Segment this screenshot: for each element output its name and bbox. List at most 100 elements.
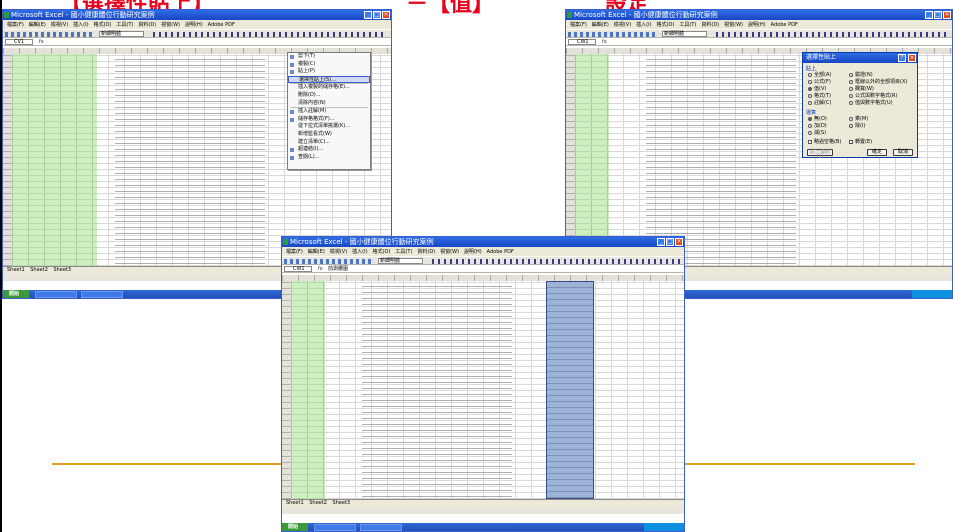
maximize-icon[interactable]: □ — [666, 238, 674, 246]
dialog-title-bar[interactable]: 選擇性貼上 ? × — [803, 53, 917, 63]
menu-tools[interactable]: 工具(T) — [679, 21, 696, 28]
title-bar[interactable]: Microsoft Excel - 國小健康體位行動研究案例 _ □ × — [3, 10, 391, 20]
menu-format[interactable]: 格式(O) — [657, 21, 675, 28]
skip-blanks-checkbox[interactable]: 略過空格(B) — [808, 139, 841, 145]
operation-divide[interactable]: 除(I) — [849, 123, 865, 129]
menu-file[interactable]: 檔案(F) — [570, 21, 587, 28]
operation-multiply[interactable]: 乘(M) — [849, 116, 868, 122]
paste-option-all[interactable]: 全部(A) — [808, 72, 831, 78]
menu-view[interactable]: 檢視(V) — [51, 21, 68, 28]
radio[interactable] — [849, 87, 853, 91]
tab-sheet3[interactable]: Sheet3 — [332, 500, 350, 507]
row-headers[interactable] — [282, 281, 291, 499]
paste-option-comments[interactable]: 註解(C) — [808, 100, 831, 106]
menu-edit[interactable]: 編輯(E) — [29, 21, 46, 28]
operation-add[interactable]: 加(D) — [808, 123, 827, 129]
format-toolbar-icons[interactable] — [153, 32, 387, 37]
taskbar-item[interactable] — [314, 524, 356, 531]
paste-option-values[interactable]: 值(V) — [808, 86, 826, 92]
minimize-icon[interactable]: _ — [925, 11, 933, 19]
menu-adobe-pdf[interactable]: Adobe PDF — [208, 22, 235, 28]
radio-selected[interactable] — [808, 117, 812, 121]
menu-item-cut[interactable]: 剪下(T) — [288, 53, 370, 61]
radio[interactable] — [808, 131, 812, 135]
paste-option-all-except-borders[interactable]: 框線以外的全部項目(X) — [849, 79, 907, 85]
menu-data[interactable]: 資料(D) — [417, 248, 435, 255]
tab-sheet3[interactable]: Sheet3 — [53, 267, 71, 274]
radio[interactable] — [808, 73, 812, 77]
toolbar-icons[interactable] — [5, 32, 95, 37]
menu-item-hyperlink[interactable]: 超連結(I)... — [288, 146, 370, 154]
paste-option-values-number-formats[interactable]: 值與數字格式(U) — [849, 100, 893, 106]
minimize-icon[interactable]: _ — [364, 11, 372, 19]
menu-view[interactable]: 檢視(V) — [330, 248, 347, 255]
ok-button[interactable]: 確定 — [867, 149, 887, 156]
menu-item-create-list[interactable]: 建立清單(C)... — [288, 139, 370, 147]
green-selected-range[interactable] — [575, 54, 609, 266]
radio[interactable] — [849, 80, 853, 84]
menu-item-insert-copied[interactable]: 插入複製的儲存格(E)... — [288, 84, 370, 92]
title-bar[interactable]: Microsoft Excel - 國小健康體位行動研究案例 _ □ × — [566, 10, 952, 20]
maximize-icon[interactable]: □ — [373, 11, 381, 19]
transpose-checkbox[interactable]: 轉置(E) — [849, 139, 872, 145]
font-select[interactable]: 新細明體 — [99, 31, 144, 37]
menu-data[interactable]: 資料(D) — [138, 21, 156, 28]
menu-item-delete[interactable]: 刪除(D)... — [288, 92, 370, 100]
font-select[interactable]: 新細明體 — [662, 31, 707, 37]
menu-item-pick-list[interactable]: 從下拉式清單挑選(K)... — [288, 123, 370, 131]
radio[interactable] — [849, 124, 853, 128]
radio[interactable] — [849, 101, 853, 105]
menu-edit[interactable]: 編輯(E) — [308, 248, 325, 255]
menu-item-paste[interactable]: 貼上(P) — [288, 68, 370, 76]
name-box[interactable]: CW1 — [568, 39, 596, 45]
format-toolbar-icons[interactable] — [716, 32, 948, 37]
tab-sheet2[interactable]: Sheet2 — [30, 267, 48, 274]
name-box[interactable]: CV1 — [5, 39, 33, 45]
close-icon[interactable]: × — [675, 238, 683, 246]
menu-tools[interactable]: 工具(T) — [395, 248, 412, 255]
close-icon[interactable]: × — [943, 11, 951, 19]
menu-item-add-watch[interactable]: 新增監看式(W) — [288, 131, 370, 139]
minimize-icon[interactable]: _ — [657, 238, 665, 246]
pasted-values-column[interactable] — [546, 281, 594, 499]
menu-item-paste-special[interactable]: 選擇性貼上(S)... — [288, 75, 370, 84]
checkbox[interactable] — [808, 140, 812, 144]
green-selected-range[interactable] — [12, 54, 97, 266]
menu-insert[interactable]: 插入(I) — [73, 21, 88, 28]
menu-adobe-pdf[interactable]: Adobe PDF — [487, 249, 514, 255]
taskbar-item[interactable] — [35, 291, 77, 298]
green-selected-range[interactable] — [291, 281, 325, 499]
row-headers[interactable] — [3, 54, 12, 266]
toolbar-icons[interactable] — [568, 32, 658, 37]
menu-item-lookup[interactable]: 查閱(L)... — [288, 154, 370, 162]
row-headers[interactable] — [566, 54, 575, 266]
menu-window[interactable]: 視窗(W) — [440, 248, 459, 255]
paste-option-formulas[interactable]: 公式(F) — [808, 79, 831, 85]
radio[interactable] — [808, 94, 812, 98]
menu-tools[interactable]: 工具(T) — [116, 21, 133, 28]
menu-help[interactable]: 說明(H) — [185, 21, 203, 28]
radio[interactable] — [808, 80, 812, 84]
taskbar-item-excel[interactable] — [81, 291, 123, 298]
operation-subtract[interactable]: 減(S) — [808, 130, 826, 136]
menu-file[interactable]: 檔案(F) — [286, 248, 303, 255]
formula-input[interactable]: 前測腰圍 — [328, 265, 348, 273]
maximize-icon[interactable]: □ — [934, 11, 942, 19]
paste-option-column-widths[interactable]: 欄寬(W) — [849, 86, 874, 92]
menu-help[interactable]: 說明(H) — [464, 248, 482, 255]
tab-sheet1[interactable]: Sheet1 — [7, 267, 25, 274]
excel-window-center[interactable]: Microsoft Excel - 國小健康體位行動研究案例 _ □ × 檔案(… — [281, 236, 685, 532]
tab-sheet1[interactable]: Sheet1 — [286, 500, 304, 507]
tab-sheet2[interactable]: Sheet2 — [309, 500, 327, 507]
taskbar-item-excel[interactable] — [360, 524, 402, 531]
radio[interactable] — [849, 117, 853, 121]
paste-option-formulas-number-formats[interactable]: 公式與數字格式(R) — [849, 93, 897, 99]
paste-link-button[interactable]: 貼上連結(L) — [807, 149, 833, 160]
menu-window[interactable]: 視窗(W) — [161, 21, 180, 28]
name-box[interactable]: CW1 — [284, 266, 312, 272]
title-bar[interactable]: Microsoft Excel - 國小健康體位行動研究案例 _ □ × — [282, 237, 684, 247]
paste-option-validation[interactable]: 驗證(N) — [849, 72, 873, 78]
menu-item-clear[interactable]: 清除內容(N) — [288, 100, 370, 108]
font-select[interactable]: 新細明體 — [378, 258, 423, 264]
menu-adobe-pdf[interactable]: Adobe PDF — [771, 22, 798, 28]
